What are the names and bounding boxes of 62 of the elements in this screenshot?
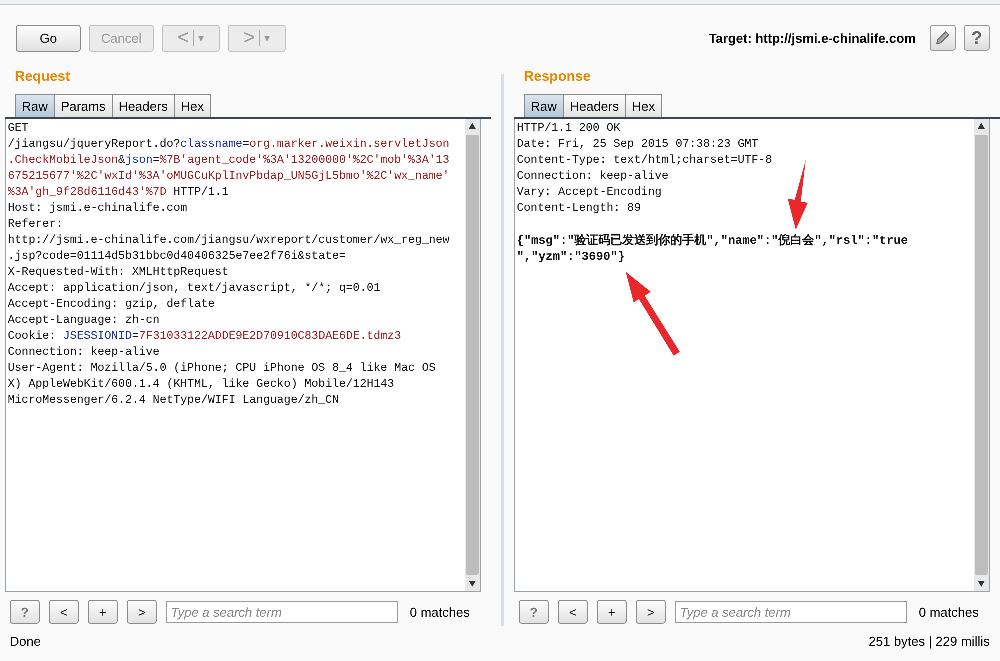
match-count: 0 matches [410, 604, 470, 620]
target-label: Target: http://jsmi.e-chinalife.com [708, 30, 916, 46]
scrollbar[interactable] [465, 119, 480, 591]
code-line: X) AppleWebKit/600.1.4 (KHTML, like Gecko) Mobile/12H143 [8, 378, 394, 391]
code-line: http://jsmi.e-chinalife.com/jiangsu/wxreport/customer/wx_reg_new [8, 234, 450, 247]
help-button[interactable]: ? [964, 25, 990, 51]
scroll-down-icon[interactable] [468, 580, 477, 588]
tab[interactable]: Raw [15, 94, 56, 117]
search-field[interactable]: Type a search term [166, 601, 398, 623]
code-line: GET [8, 122, 29, 135]
code-line: Content-Type: text/html;charset=UTF-8 [517, 154, 772, 167]
code-line: User-Agent: Mozilla/5.0 (iPhone; CPU iPhone OS 8_4 like Mac OS [8, 362, 436, 375]
code-line: {"msg":"验证码已发送到你的手机","name":"倪白会","rsl":"true [517, 234, 908, 248]
tab[interactable]: Hex [174, 94, 212, 117]
code-line: Accept-Language: zh-cn [8, 314, 160, 327]
scrollbar[interactable] [974, 119, 989, 591]
match-count: 0 matches [919, 604, 979, 620]
code-line: Accept-Encoding: gzip, deflate [8, 298, 216, 311]
panel-title: Request [14, 68, 72, 86]
code-line: Connection: keep-alive [8, 346, 160, 359]
tab[interactable]: Hex [625, 94, 662, 117]
scroll-up-icon[interactable] [977, 122, 986, 130]
toolbar-button[interactable]: Go [16, 24, 81, 52]
code-line: Referer: [8, 218, 64, 231]
code-line: HTTP/1.1 200 OK [517, 122, 621, 135]
text-editor[interactable] [5, 119, 481, 592]
arrow-drawing [788, 160, 808, 230]
panel-title: Response [523, 68, 592, 86]
search-button[interactable]: ? [10, 600, 40, 624]
search-button[interactable]: > [636, 600, 666, 624]
tab[interactable]: Headers [563, 94, 626, 117]
code-line: Cookie: JSESSIONID=7F31033122ADDE9E2D70910C83DAE6DE.tdmz3 [8, 330, 402, 343]
code-line: %3A'gh_9f28d6116d43'%7D HTTP/1.1 [8, 186, 229, 199]
code-line: Date: Fri, 25 Sep 2015 07:38:23 GMT [517, 138, 759, 151]
code-line: /jiangsu/jqueryReport.do?classname=org.marker.weixin.servletJson [8, 138, 450, 151]
status-text: Done [10, 634, 42, 649]
search-button[interactable]: < [558, 600, 588, 624]
code-line: .jsp?code=01114d5b31bbc0d40406325e7ee2f76i&state= [8, 250, 346, 263]
code-line: Host: jsmi.e-chinalife.com [8, 202, 188, 215]
search-button[interactable]: ? [519, 600, 549, 624]
search-button[interactable]: + [597, 600, 627, 624]
search-button[interactable]: > [127, 600, 157, 624]
search-button[interactable]: + [88, 600, 118, 624]
code-line: .CheckMobileJson&json=%7B'agent_code'%3A'13200000'%2C'mob'%3A'13 [8, 154, 450, 167]
code-line: 675215677'%2C'wxId'%3A'oMUGCuKplInvPbdap_UN5GjL5bmo'%2C'wx_name' [8, 170, 450, 183]
scroll-down-icon[interactable] [977, 580, 986, 588]
edit-button[interactable] [930, 25, 956, 51]
code-line: MicroMessenger/6.2.4 NetType/WIFI Language/zh_CN [8, 394, 340, 407]
tab[interactable]: Raw [524, 94, 564, 117]
code-line: Connection: keep-alive [517, 170, 669, 183]
pencil-icon [934, 29, 952, 47]
search-field[interactable]: Type a search term [675, 601, 907, 623]
code-line: ","yzm":"3690"} [517, 250, 626, 264]
status-text: 251 bytes | 229 millis [868, 634, 990, 649]
code-line: X-Requested-With: XMLHttpRequest [8, 266, 229, 279]
code-line: Content-Length: 89 [517, 202, 642, 215]
code-line: Vary: Accept-Encoding [517, 186, 662, 199]
tab[interactable]: Params [54, 94, 113, 117]
tab[interactable]: Headers [112, 94, 175, 117]
code-line: Accept: application/json, text/javascript, */*; q=0.01 [8, 282, 381, 295]
scroll-up-icon[interactable] [468, 122, 477, 130]
search-button[interactable]: < [49, 600, 79, 624]
